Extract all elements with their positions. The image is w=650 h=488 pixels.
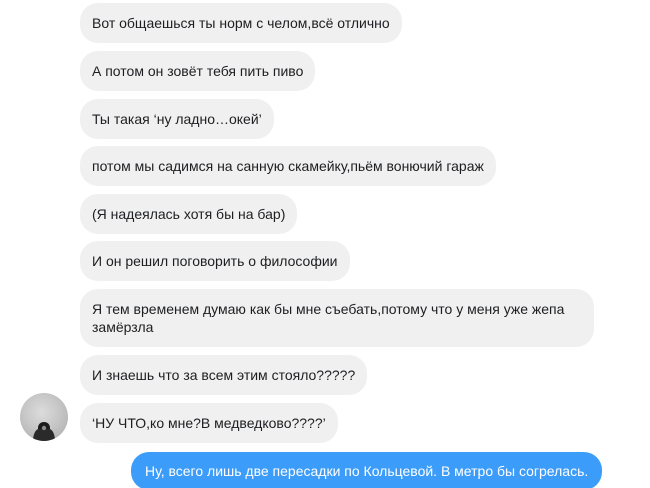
avatar-photo-icon: [33, 422, 55, 441]
message-bubble[interactable]: Вот общаешься ты норм с челом,всё отличн…: [80, 3, 402, 43]
contact-avatar[interactable]: [20, 393, 68, 441]
message-bubble[interactable]: ‘НУ ЧТО,ко мне?В медведково????’: [80, 403, 338, 443]
message-bubble[interactable]: И он решил поговорить о философии: [80, 241, 350, 281]
message-bubble[interactable]: И знаешь что за всем этим стояло?????: [80, 355, 368, 395]
message-bubble-outgoing[interactable]: Ну, всего лишь две пересадки по Кольцево…: [131, 452, 603, 488]
message-bubble[interactable]: (Я надеялась хотя бы на бар): [80, 194, 298, 234]
message-bubble[interactable]: Я тем временем думаю как бы мне съебать,…: [80, 289, 594, 347]
chat-thread: Вот общаешься ты норм с челом,всё отличн…: [0, 0, 650, 488]
message-bubble[interactable]: Ты такая ‘ну ладно…окей’: [80, 99, 274, 139]
message-bubble[interactable]: потом мы садимся на санную скамейку,пьём…: [80, 146, 496, 186]
message-bubble[interactable]: А потом он зовёт тебя пить пиво: [80, 51, 316, 91]
